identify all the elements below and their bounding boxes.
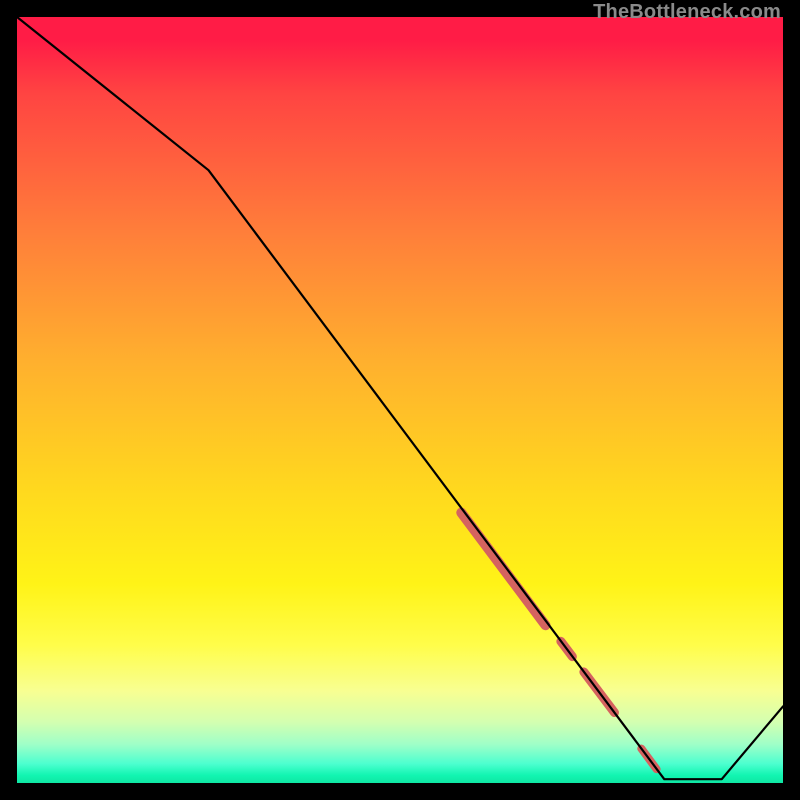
highlight-segment [461, 513, 545, 626]
chart-frame: TheBottleneck.com [17, 17, 783, 783]
main-curve [17, 17, 783, 779]
chart-plot [17, 17, 783, 783]
